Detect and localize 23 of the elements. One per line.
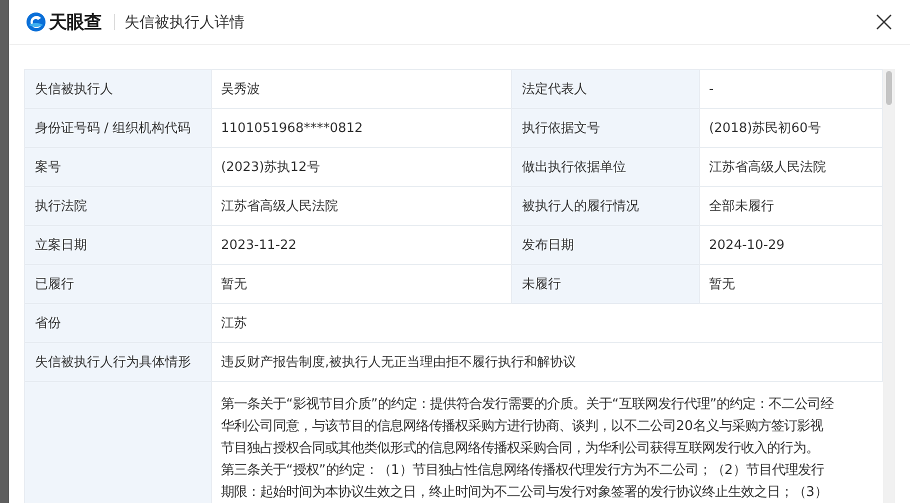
dialog-title: 失信被执行人详情	[124, 12, 244, 32]
field-label: 省份	[25, 304, 212, 343]
close-button[interactable]	[874, 12, 894, 32]
field-label: 法定代表人	[512, 70, 700, 109]
field-value: 江苏	[212, 304, 883, 343]
scrollbar[interactable]	[883, 69, 895, 503]
field-label: 案号	[25, 148, 212, 187]
field-label: 被执行人的履行情况	[512, 187, 700, 226]
logo-icon	[26, 12, 46, 32]
field-label: 未履行	[512, 265, 700, 304]
field-value: 违反财产报告制度,被执行人无正当理由拒不履行执行和解协议	[212, 343, 883, 382]
field-label: 已履行	[25, 265, 212, 304]
field-label: 立案日期	[25, 226, 212, 265]
field-label: 执行法院	[25, 187, 212, 226]
field-label: 失信被执行人	[25, 70, 212, 109]
detail-paragraph: 第一条关于“影视节目介质”的约定：提供符合发行需要的介质。关于“互联网发行代理”的约定：不二公司经 华利公司同意，与该节目的信息网络传播权采购方进行协商、谈判，以不二公司20名义与采购方签订影视 节目独占授权合同或其他类似形式的信息网络传播权采购合同，为华利公司获得互联网发行收入的行为。 第三条关于“授权”的约定：（1）节目独占性信息网络传播权代理发行方为不二公司；（2）节目代理发行 期限：起始时间为本协议生效之日，终止时间为不二公司与发行对象签署的发行协议终止生效之日；（3）	[220, 396, 835, 502]
field-label: 执行依据文号	[512, 109, 700, 148]
field-label: 失信被执行人行为具体情形	[25, 343, 212, 382]
logo-text: 天眼查	[49, 11, 102, 34]
close-icon	[876, 14, 892, 30]
field-label: 做出执行依据单位	[512, 148, 700, 187]
field-label: 身份证号码 / 组织机构代码	[25, 109, 212, 148]
field-label: 发布日期	[512, 226, 700, 265]
